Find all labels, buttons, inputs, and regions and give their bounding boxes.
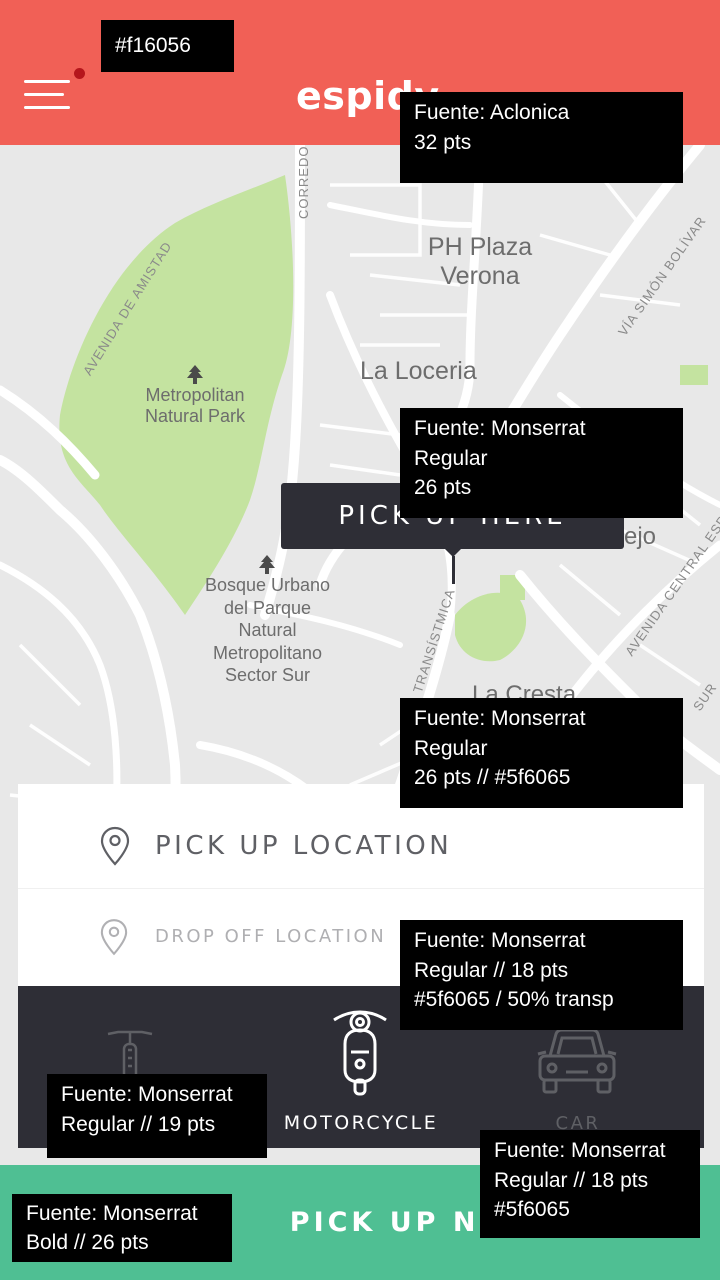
tree-icon [259,555,275,574]
location-pin-icon [100,918,128,955]
annotation-dropoff-font: Fuente: Monserrat Regular // 18 pts #5f6… [400,920,683,1030]
map-place-metropolitan-park: Metropolitan Natural Park [144,385,246,426]
map-pin-stem [452,556,455,584]
annotation-logo-font: Fuente: Aclonica 32 pts [400,92,683,183]
scooter-icon [333,1010,387,1096]
annotation-pickup-font: Fuente: Monserrat Regular 26 pts // #5f6… [400,698,683,808]
map-place-ph-plaza: PH Plaza Verona [427,233,533,290]
annotation-cta-font: Fuente: Monserrat Bold // 26 pts [12,1194,232,1262]
annotation-moto-font: Fuente: Monserrat Regular // 19 pts [47,1074,267,1158]
annotation-car-font: Fuente: Monserrat Regular // 18 pts #5f6… [480,1130,700,1238]
pickup-location-label: PICK UP LOCATION [155,831,453,861]
vehicle-label-motorcycle: MOTORCYCLE [283,1112,439,1134]
hamburger-menu-icon[interactable] [24,80,70,112]
street-label-corredor: CORREDOR [296,145,311,219]
location-pin-icon [100,826,130,866]
map-place-la-loceria: La Loceria [360,357,477,385]
annotation-header-color: #f16056 [101,20,234,72]
annotation-tooltip-font: Fuente: Monserrat Regular 26 pts [400,408,683,518]
map-place-bosque: Bosque Urbano del Parque Natural Metropo… [204,575,331,685]
car-icon [537,1028,617,1094]
pickup-location-field[interactable]: PICK UP LOCATION [18,796,704,896]
dropoff-location-label: DROP OFF LOCATION [155,926,387,947]
tree-icon [187,365,203,384]
notification-dot [74,68,85,79]
